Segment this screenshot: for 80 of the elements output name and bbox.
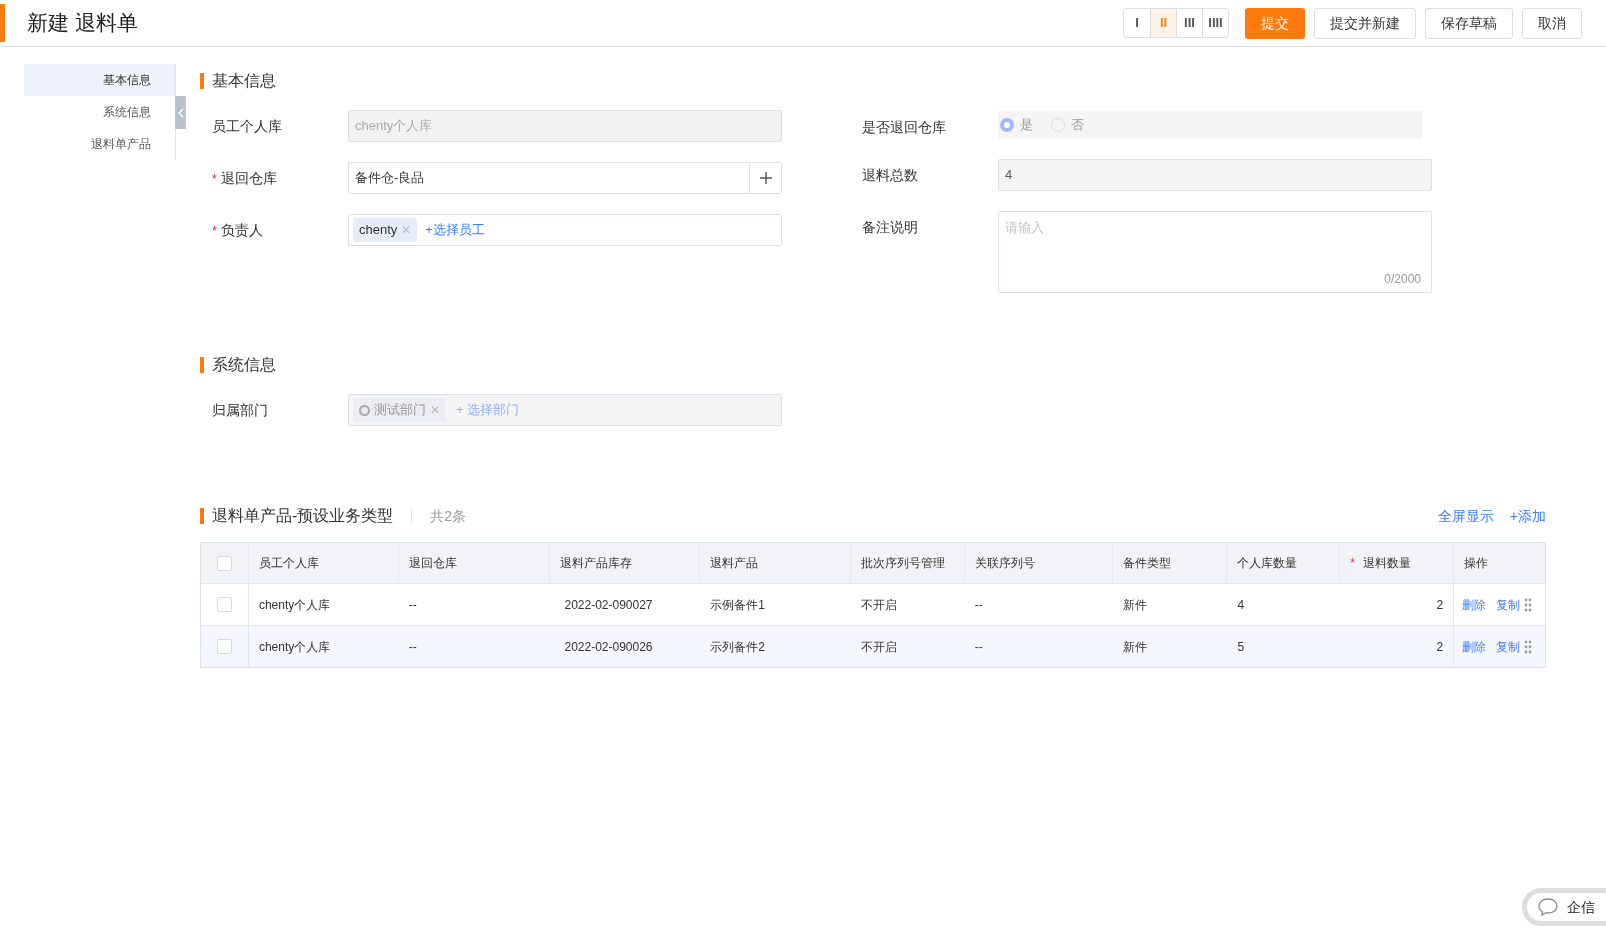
field-label: 员工个人库 (212, 117, 282, 136)
table-cell-text: 示列备件2 (710, 638, 765, 656)
required-mark: * (212, 222, 217, 240)
action-button[interactable]: 保存草稿 (1425, 7, 1513, 39)
layout-toggle[interactable]: IIII (1202, 9, 1228, 37)
field-label: 是否退回仓库 (862, 118, 946, 137)
table-action-link[interactable]: +添加 (1509, 505, 1546, 527)
field-label: 退回仓库 (220, 169, 277, 188)
table-cell-text: -- (408, 596, 417, 614)
tag-text: chenty (359, 221, 398, 240)
table-cell-text: -- (974, 638, 983, 656)
column-header: 操作 (1464, 555, 1489, 572)
column-header: 个人库数量 (1237, 555, 1298, 572)
table-cell-text: 5 (1237, 638, 1245, 656)
column-header: 批次序列号管理 (861, 555, 945, 572)
required-mark: * (212, 170, 217, 188)
field-label: 归属部门 (212, 401, 268, 420)
speech-bubble-icon (1537, 897, 1559, 917)
table-cell-text: 不开启 (861, 596, 897, 614)
table-cell-text: 2 (1436, 638, 1444, 656)
action-button[interactable]: 取消 (1522, 7, 1582, 39)
table-cell-text: -- (974, 596, 983, 614)
table-cell-text: 新件 (1122, 638, 1147, 656)
table-row[interactable]: chenty个人库 -- 2022-02-090027 示例备件1 不开启 -- 新件 4 2 删除 复制 (201, 583, 1545, 625)
table-cell-text: 2 (1436, 596, 1444, 614)
chat-label: 企信 (1567, 897, 1595, 917)
row-action-link[interactable]: 复制 (1496, 595, 1521, 614)
table-cell-text: 新件 (1122, 596, 1147, 614)
section-title: 退料单产品-预设业务类型 (212, 506, 394, 526)
employee-picker[interactable]: chenty ✕ +选择员工 (348, 214, 782, 246)
table-action-link[interactable]: 全屏显示 (1437, 505, 1494, 527)
column-header: 退料产品库存 (560, 555, 633, 572)
row-action-link[interactable]: 删除 (1462, 637, 1487, 656)
section-title: 基本信息 (212, 71, 276, 91)
nav-item[interactable]: 退料单产品 (24, 128, 175, 160)
field-label: 备注说明 (862, 218, 918, 237)
layout-toggle[interactable]: I (1124, 9, 1150, 37)
page-title: 新建 退料单 (27, 10, 138, 37)
required-mark: * (1350, 555, 1355, 572)
table-cell-text: chenty个人库 (258, 596, 331, 614)
nav-item[interactable]: 系统信息 (24, 96, 175, 128)
nav-item[interactable]: 基本信息 (24, 64, 175, 96)
row-checkbox[interactable] (216, 639, 232, 654)
radio-label: 否 (1071, 116, 1084, 135)
column-header: 备件类型 (1122, 555, 1171, 572)
column-header: 退回仓库 (408, 555, 457, 572)
table-cell-text: -- (408, 638, 417, 656)
radio-label: 是 (1020, 116, 1033, 135)
placeholder-text: 请输入 (1005, 220, 1044, 235)
row-action-link[interactable]: 复制 (1496, 637, 1521, 656)
row-action-link[interactable]: 删除 (1462, 595, 1487, 614)
table-cell-text: 示例备件1 (710, 596, 765, 614)
drag-handle-icon[interactable] (1524, 597, 1533, 612)
chevron-left-icon (177, 107, 184, 118)
field-label: 负责人 (220, 221, 263, 240)
collapse-handle[interactable] (175, 96, 186, 129)
table-cell-text: 2022-02-090026 (564, 638, 653, 656)
select-all-checkbox[interactable] (216, 555, 232, 571)
char-counter: 0/2000 (1384, 271, 1421, 288)
table-row[interactable]: chenty个人库 -- 2022-02-090026 示列备件2 不开启 -- 新件 5 2 删除 复制 (201, 625, 1545, 667)
column-header: 关联序列号 (974, 555, 1035, 572)
column-header: 退料产品 (710, 555, 759, 572)
row-checkbox[interactable] (216, 597, 232, 612)
record-count: 共2条 (430, 506, 467, 526)
table-cell-text: 2022-02-090027 (564, 596, 653, 614)
field-label: 退料总数 (862, 166, 918, 185)
section-title: 系统信息 (212, 355, 276, 375)
input-field[interactable]: 4 (998, 159, 1432, 191)
table-cell-text: 不开启 (861, 638, 897, 656)
chat-widget[interactable]: 企信 (1522, 888, 1606, 926)
column-header: 退料数量 (1362, 555, 1411, 572)
layout-toggle[interactable]: III (1176, 9, 1202, 37)
table-cell-text: chenty个人库 (258, 638, 331, 656)
radio-button[interactable] (1000, 118, 1014, 132)
action-button[interactable]: 提交并新建 (1314, 7, 1416, 39)
drag-handle-icon[interactable] (1524, 639, 1533, 654)
tag-text: 测试部门 (374, 401, 426, 420)
column-header: 员工个人库 (258, 555, 319, 572)
table-cell-text: 4 (1237, 596, 1245, 614)
select-employee-link[interactable]: +选择员工 (425, 220, 485, 240)
